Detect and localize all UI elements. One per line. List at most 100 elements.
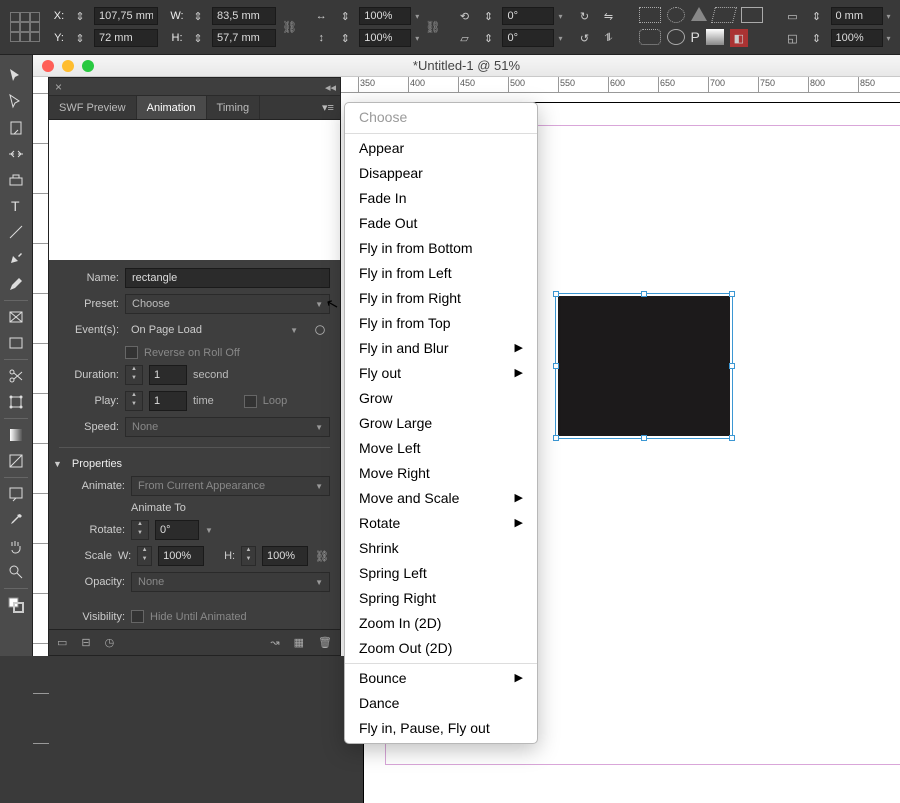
fill-stroke-tool[interactable] xyxy=(2,592,30,618)
rectangle-frame-tool[interactable] xyxy=(2,304,30,330)
content-collector-tool[interactable] xyxy=(2,167,30,193)
event-target-icon[interactable] xyxy=(310,320,330,340)
shear-input[interactable] xyxy=(502,29,554,47)
scale-h-stepper[interactable]: ▲▼ xyxy=(241,546,256,566)
preset-option[interactable]: Zoom Out (2D) xyxy=(345,636,537,661)
traffic-lights[interactable] xyxy=(42,60,94,72)
reference-point[interactable] xyxy=(4,12,46,42)
note-tool[interactable] xyxy=(2,481,30,507)
vertical-ruler[interactable] xyxy=(33,93,49,656)
panel-menu-icon[interactable]: ▾≡ xyxy=(316,96,340,119)
stepper-icon[interactable]: ⇕ xyxy=(70,7,90,25)
stroke-input[interactable] xyxy=(831,7,883,25)
tab-animation[interactable]: Animation xyxy=(137,96,207,119)
preset-select[interactable]: Choose▼ xyxy=(125,294,330,314)
play-input[interactable] xyxy=(149,391,187,411)
preset-option[interactable]: Move Right xyxy=(345,461,537,486)
stepper-icon[interactable]: ⇕ xyxy=(807,7,827,25)
direct-selection-tool[interactable] xyxy=(2,89,30,115)
corner-input[interactable] xyxy=(831,29,883,47)
proxy-icon[interactable]: ⊟ xyxy=(81,636,90,649)
tab-timing[interactable]: Timing xyxy=(207,96,261,119)
page-tool[interactable] xyxy=(2,115,30,141)
x-input[interactable] xyxy=(94,7,158,25)
convert-to-path-icon[interactable]: ↝ xyxy=(270,636,279,649)
line-tool[interactable] xyxy=(2,219,30,245)
preset-option[interactable]: Disappear xyxy=(345,161,537,186)
preset-option[interactable]: Appear xyxy=(345,136,537,161)
gradient-swatch-tool[interactable] xyxy=(2,422,30,448)
preset-option[interactable]: Move Left xyxy=(345,436,537,461)
selection-tool[interactable] xyxy=(2,63,30,89)
h-input[interactable] xyxy=(212,29,276,47)
selected-rectangle[interactable] xyxy=(558,296,730,436)
preset-option[interactable]: Fly in, Pause, Fly out xyxy=(345,716,537,741)
flip-h-icon[interactable]: ⇋ xyxy=(599,7,619,25)
preset-option[interactable]: Grow Large xyxy=(345,411,537,436)
loop-checkbox[interactable] xyxy=(244,395,257,408)
stepper-icon[interactable]: ⇕ xyxy=(807,29,827,47)
stepper-icon[interactable]: ⇕ xyxy=(335,7,355,25)
preset-option[interactable]: Grow xyxy=(345,386,537,411)
preset-option[interactable]: Fly in from Bottom xyxy=(345,236,537,261)
timing-icon[interactable]: ◷ xyxy=(105,636,115,649)
reverse-checkbox[interactable] xyxy=(125,346,138,359)
preset-option[interactable]: Fly in from Top xyxy=(345,311,537,336)
tab-swf-preview[interactable]: SWF Preview xyxy=(49,96,137,119)
preset-option[interactable]: Fly in from Right xyxy=(345,286,537,311)
scale-x-input[interactable] xyxy=(359,7,411,25)
y-input[interactable] xyxy=(94,29,158,47)
stepper-icon[interactable]: ⇕ xyxy=(70,29,90,47)
preset-option[interactable]: Fly out▶ xyxy=(345,361,537,386)
pencil-tool[interactable] xyxy=(2,271,30,297)
pen-tool[interactable] xyxy=(2,245,30,271)
stepper-icon[interactable]: ⇕ xyxy=(335,29,355,47)
preset-option[interactable]: Fade In xyxy=(345,186,537,211)
rotate-panel-input[interactable] xyxy=(155,520,199,540)
play-stepper[interactable]: ▲▼ xyxy=(125,391,143,411)
type-tool[interactable]: T xyxy=(2,193,30,219)
preset-option[interactable]: Move and Scale▶ xyxy=(345,486,537,511)
zoom-window-icon[interactable] xyxy=(82,60,94,72)
preset-option[interactable]: Shrink xyxy=(345,536,537,561)
zoom-tool[interactable] xyxy=(2,559,30,585)
close-window-icon[interactable] xyxy=(42,60,54,72)
hand-tool[interactable] xyxy=(2,533,30,559)
scale-y-input[interactable] xyxy=(359,29,411,47)
gradient-feather-tool[interactable] xyxy=(2,448,30,474)
preset-option[interactable]: Zoom In (2D) xyxy=(345,611,537,636)
rotate-input[interactable] xyxy=(502,7,554,25)
hide-until-checkbox[interactable] xyxy=(131,610,144,623)
gap-tool[interactable] xyxy=(2,141,30,167)
link-scale-panel-icon[interactable]: ⛓ xyxy=(314,546,330,566)
preview-spread-icon[interactable]: ▭ xyxy=(57,636,67,649)
link-wh-icon[interactable]: ⛓ xyxy=(282,10,297,44)
rotate-stepper[interactable]: ▲▼ xyxy=(131,520,149,540)
preset-option[interactable]: Dance xyxy=(345,691,537,716)
window-titlebar[interactable]: *Untitled-1 @ 51% xyxy=(33,55,900,77)
preset-option[interactable]: Bounce▶ xyxy=(345,666,537,691)
scale-h-input[interactable] xyxy=(262,546,308,566)
animate-select[interactable]: From Current Appearance▼ xyxy=(131,476,330,496)
scale-w-input[interactable] xyxy=(158,546,204,566)
origin-grid-icon[interactable] xyxy=(310,520,330,540)
preset-option[interactable]: Fly in from Left xyxy=(345,261,537,286)
warning-icon[interactable]: ◧ xyxy=(730,29,748,47)
duration-input[interactable] xyxy=(149,365,187,385)
eyedropper-tool[interactable] xyxy=(2,507,30,533)
preset-dropdown[interactable]: Choose AppearDisappearFade InFade OutFly… xyxy=(344,102,538,744)
scissors-tool[interactable] xyxy=(2,363,30,389)
stepper-icon[interactable]: ⇕ xyxy=(188,29,208,47)
preset-option[interactable]: Spring Right xyxy=(345,586,537,611)
free-transform-tool[interactable] xyxy=(2,389,30,415)
stepper-icon[interactable]: ⇕ xyxy=(478,7,498,25)
speed-select[interactable]: None▼ xyxy=(125,417,330,437)
minimize-window-icon[interactable] xyxy=(62,60,74,72)
preset-option[interactable]: Fade Out xyxy=(345,211,537,236)
scale-w-stepper[interactable]: ▲▼ xyxy=(137,546,152,566)
flip-v-icon[interactable]: ⥮ xyxy=(599,29,619,47)
stepper-icon[interactable]: ⇕ xyxy=(188,7,208,25)
panel-collapse-icon[interactable]: ◂◂ xyxy=(325,81,336,94)
properties-disclosure-icon[interactable]: ▼ xyxy=(53,459,62,469)
event-select[interactable]: On Page Load▼ xyxy=(125,320,304,340)
